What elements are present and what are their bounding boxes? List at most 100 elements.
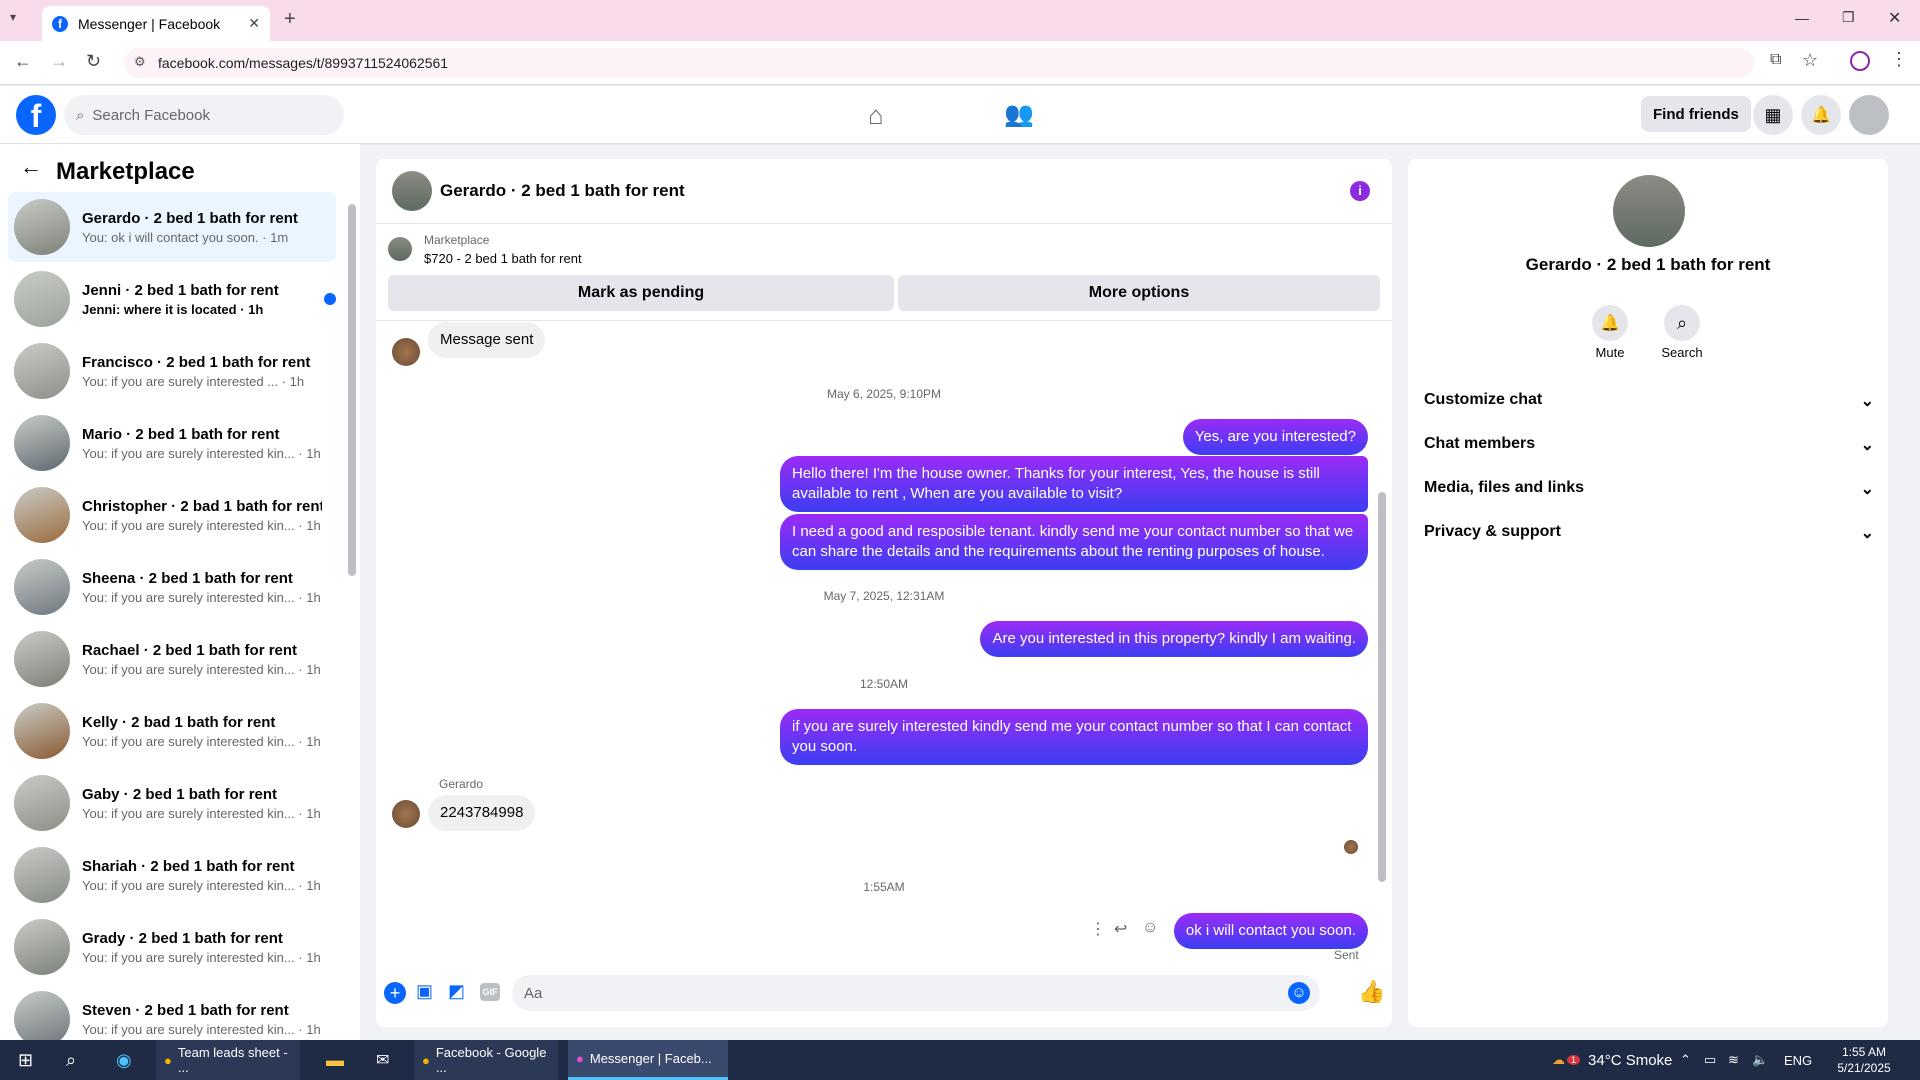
- profile-icon[interactable]: [1850, 51, 1870, 71]
- forward-icon[interactable]: →: [50, 51, 68, 72]
- friends-icon[interactable]: 👥: [1004, 100, 1034, 129]
- install-app-icon[interactable]: ⧉: [1770, 51, 1781, 69]
- back-icon[interactable]: ←: [14, 51, 32, 72]
- listing-thumbnail[interactable]: [388, 237, 412, 261]
- close-window-icon[interactable]: ✕: [1888, 8, 1901, 28]
- like-thumb-icon[interactable]: 👍: [1358, 979, 1385, 1005]
- incoming-message[interactable]: 2243784998: [428, 795, 536, 831]
- conversation-item[interactable]: Sheena · 2 bed 1 bath for rent You: if yo…: [8, 552, 336, 622]
- chat-scrollbar[interactable]: [1378, 492, 1386, 882]
- more-attachments-icon[interactable]: +: [384, 982, 406, 1004]
- conversation-name: Steven · 2 bed 1 bath for rent: [82, 1001, 289, 1019]
- browser-tab[interactable]: f Messenger | Facebook ✕: [42, 6, 270, 41]
- facebook-logo-icon[interactable]: f: [16, 95, 56, 135]
- reload-icon[interactable]: ↻: [86, 51, 101, 72]
- conversation-item[interactable]: Rachael · 2 bed 1 bath for rent You: if y…: [8, 624, 336, 694]
- mute-bell-icon[interactable]: 🔔: [1592, 305, 1628, 341]
- outgoing-message[interactable]: Are you interested in this property? kin…: [980, 621, 1368, 657]
- chevron-down-icon: ⌄: [1860, 481, 1874, 498]
- language-indicator[interactable]: ENG: [1776, 1040, 1820, 1080]
- search-icon: ⌕: [76, 106, 85, 124]
- conversation-item[interactable]: Grady · 2 bed 1 bath for rent You: if you…: [8, 912, 336, 982]
- message-input[interactable]: Aa ☺: [512, 975, 1320, 1011]
- minimize-icon[interactable]: —: [1795, 10, 1809, 26]
- customize-chat-section[interactable]: Customize chat ⌄: [1424, 391, 1874, 411]
- chat-title[interactable]: Gerardo · 2 bed 1 bath for rent: [440, 181, 685, 201]
- taskbar-search-icon[interactable]: ⌕: [58, 1040, 84, 1080]
- search-facebook-input[interactable]: ⌕ Search Facebook: [64, 95, 344, 135]
- profile-avatar[interactable]: [1613, 175, 1685, 247]
- listing-title[interactable]: $720 - 2 bed 1 bath for rent: [424, 251, 582, 266]
- restore-icon[interactable]: ❐: [1842, 9, 1855, 26]
- chat-members-section[interactable]: Chat members ⌄: [1424, 435, 1874, 455]
- media-files-links-section[interactable]: Media, files and links ⌄: [1424, 479, 1874, 499]
- conversation-item[interactable]: Jenni · 2 bed 1 bath for rent Jenni: wher…: [8, 264, 336, 334]
- outgoing-message[interactable]: ok i will contact you soon.: [1173, 913, 1368, 949]
- back-arrow-icon[interactable]: ←: [20, 154, 42, 180]
- conversation-item[interactable]: Francisco · 2 bed 1 bath for rent You: if…: [8, 336, 336, 406]
- section-label: Chat members: [1424, 435, 1536, 452]
- edge-icon[interactable]: ◉: [108, 1040, 140, 1080]
- conversation-item[interactable]: Shariah · 2 bed 1 bath for rent You: if y…: [8, 840, 336, 910]
- site-info-icon[interactable]: ⚙: [134, 54, 146, 70]
- weather-text: 34°C Smoke: [1588, 1051, 1673, 1069]
- conversation-avatar: [14, 847, 70, 903]
- taskbar-app-sheets[interactable]: ● Team leads sheet - ...: [156, 1040, 300, 1080]
- timestamp: 12:50AM: [859, 677, 909, 691]
- menu-grid-icon[interactable]: ▦: [1753, 95, 1793, 135]
- conversation-item[interactable]: Mario · 2 bed 1 bath for rent You: if you…: [8, 408, 336, 478]
- app-icon[interactable]: ✉: [368, 1040, 397, 1080]
- weather-widget[interactable]: ☁ 1 34°C Smoke: [1544, 1040, 1680, 1080]
- react-emoji-icon[interactable]: ☺: [1142, 919, 1158, 937]
- conversation-text: Steven · 2 bed 1 bath for rent You: if yo…: [82, 1002, 322, 1037]
- close-tab-icon[interactable]: ✕: [248, 15, 260, 32]
- conversation-item[interactable]: Gerardo · 2 bed 1 bath for rent You: ok i…: [8, 192, 336, 262]
- sidebar-scrollbar[interactable]: [348, 204, 356, 576]
- search-label[interactable]: Search: [1648, 345, 1716, 360]
- conversation-item[interactable]: Gaby · 2 bed 1 bath for rent You: if you …: [8, 768, 336, 838]
- conversation-item[interactable]: Kelly · 2 bad 1 bath for rent You: if you…: [8, 696, 336, 766]
- info-icon[interactable]: i: [1350, 181, 1370, 201]
- privacy-support-section[interactable]: Privacy & support ⌄: [1424, 523, 1874, 543]
- sticker-icon[interactable]: ◩: [448, 981, 465, 1002]
- conversation-item[interactable]: Christopher · 2 bad 1 bath for rent You: …: [8, 480, 336, 550]
- more-actions-icon[interactable]: ⋮: [1090, 919, 1106, 939]
- outgoing-message[interactable]: Hello there! I'm the house owner. Thanks…: [780, 456, 1368, 512]
- start-windows-icon[interactable]: ⊞: [10, 1040, 41, 1080]
- taskbar-app-label: Facebook - Google ...: [435, 1045, 547, 1075]
- emoji-icon[interactable]: ☺: [1288, 982, 1310, 1004]
- mute-label[interactable]: Mute: [1576, 345, 1644, 360]
- home-icon[interactable]: ⌂: [868, 100, 884, 131]
- browser-menu-icon[interactable]: ⋮: [1890, 49, 1908, 70]
- taskbar-app-facebook[interactable]: ● Facebook - Google ...: [414, 1040, 558, 1080]
- sender-avatar[interactable]: [392, 800, 420, 828]
- conversation-item[interactable]: Steven · 2 bed 1 bath for rent You: if yo…: [8, 984, 336, 1040]
- new-tab-icon[interactable]: +: [284, 8, 296, 31]
- outgoing-message[interactable]: Yes, are you interested?: [1182, 419, 1368, 455]
- search-conversation-icon[interactable]: ⌕: [1664, 305, 1700, 341]
- wifi-icon[interactable]: ≋: [1720, 1040, 1747, 1080]
- reply-icon[interactable]: ↩: [1114, 919, 1127, 939]
- taskbar-app-label: Messenger | Faceb...: [589, 1051, 712, 1066]
- find-friends-button[interactable]: Find friends: [1641, 96, 1751, 132]
- attach-photo-icon[interactable]: ▣: [416, 981, 433, 1002]
- url-field[interactable]: ⚙ facebook.com/messages/t/89937115240625…: [124, 48, 1754, 78]
- account-avatar[interactable]: [1849, 95, 1889, 135]
- more-options-button[interactable]: More options: [898, 275, 1380, 311]
- tab-list-icon[interactable]: ▾: [10, 10, 16, 24]
- taskbar-app-messenger[interactable]: ● Messenger | Faceb...: [568, 1040, 728, 1080]
- conversation-text: Kelly · 2 bad 1 bath for rent You: if you…: [82, 714, 322, 749]
- chat-header-avatar[interactable]: [392, 171, 432, 211]
- sender-avatar[interactable]: [392, 338, 420, 366]
- file-explorer-icon[interactable]: ▬: [318, 1040, 352, 1080]
- notification-center-icon[interactable]: [1880, 1040, 1896, 1080]
- tray-chevron-icon[interactable]: ⌃: [1672, 1040, 1699, 1080]
- outgoing-message[interactable]: I need a good and resposible tenant. kin…: [780, 514, 1368, 570]
- volume-icon[interactable]: 🔈: [1744, 1040, 1776, 1080]
- notifications-bell-icon[interactable]: 🔔: [1801, 95, 1841, 135]
- mark-as-pending-button[interactable]: Mark as pending: [388, 275, 894, 311]
- message-sent-bubble[interactable]: Message sent: [428, 322, 546, 358]
- outgoing-message[interactable]: if you are surely interested kindly send…: [780, 709, 1368, 765]
- bookmark-star-icon[interactable]: ☆: [1802, 50, 1818, 71]
- gif-icon[interactable]: GIF: [480, 983, 500, 1001]
